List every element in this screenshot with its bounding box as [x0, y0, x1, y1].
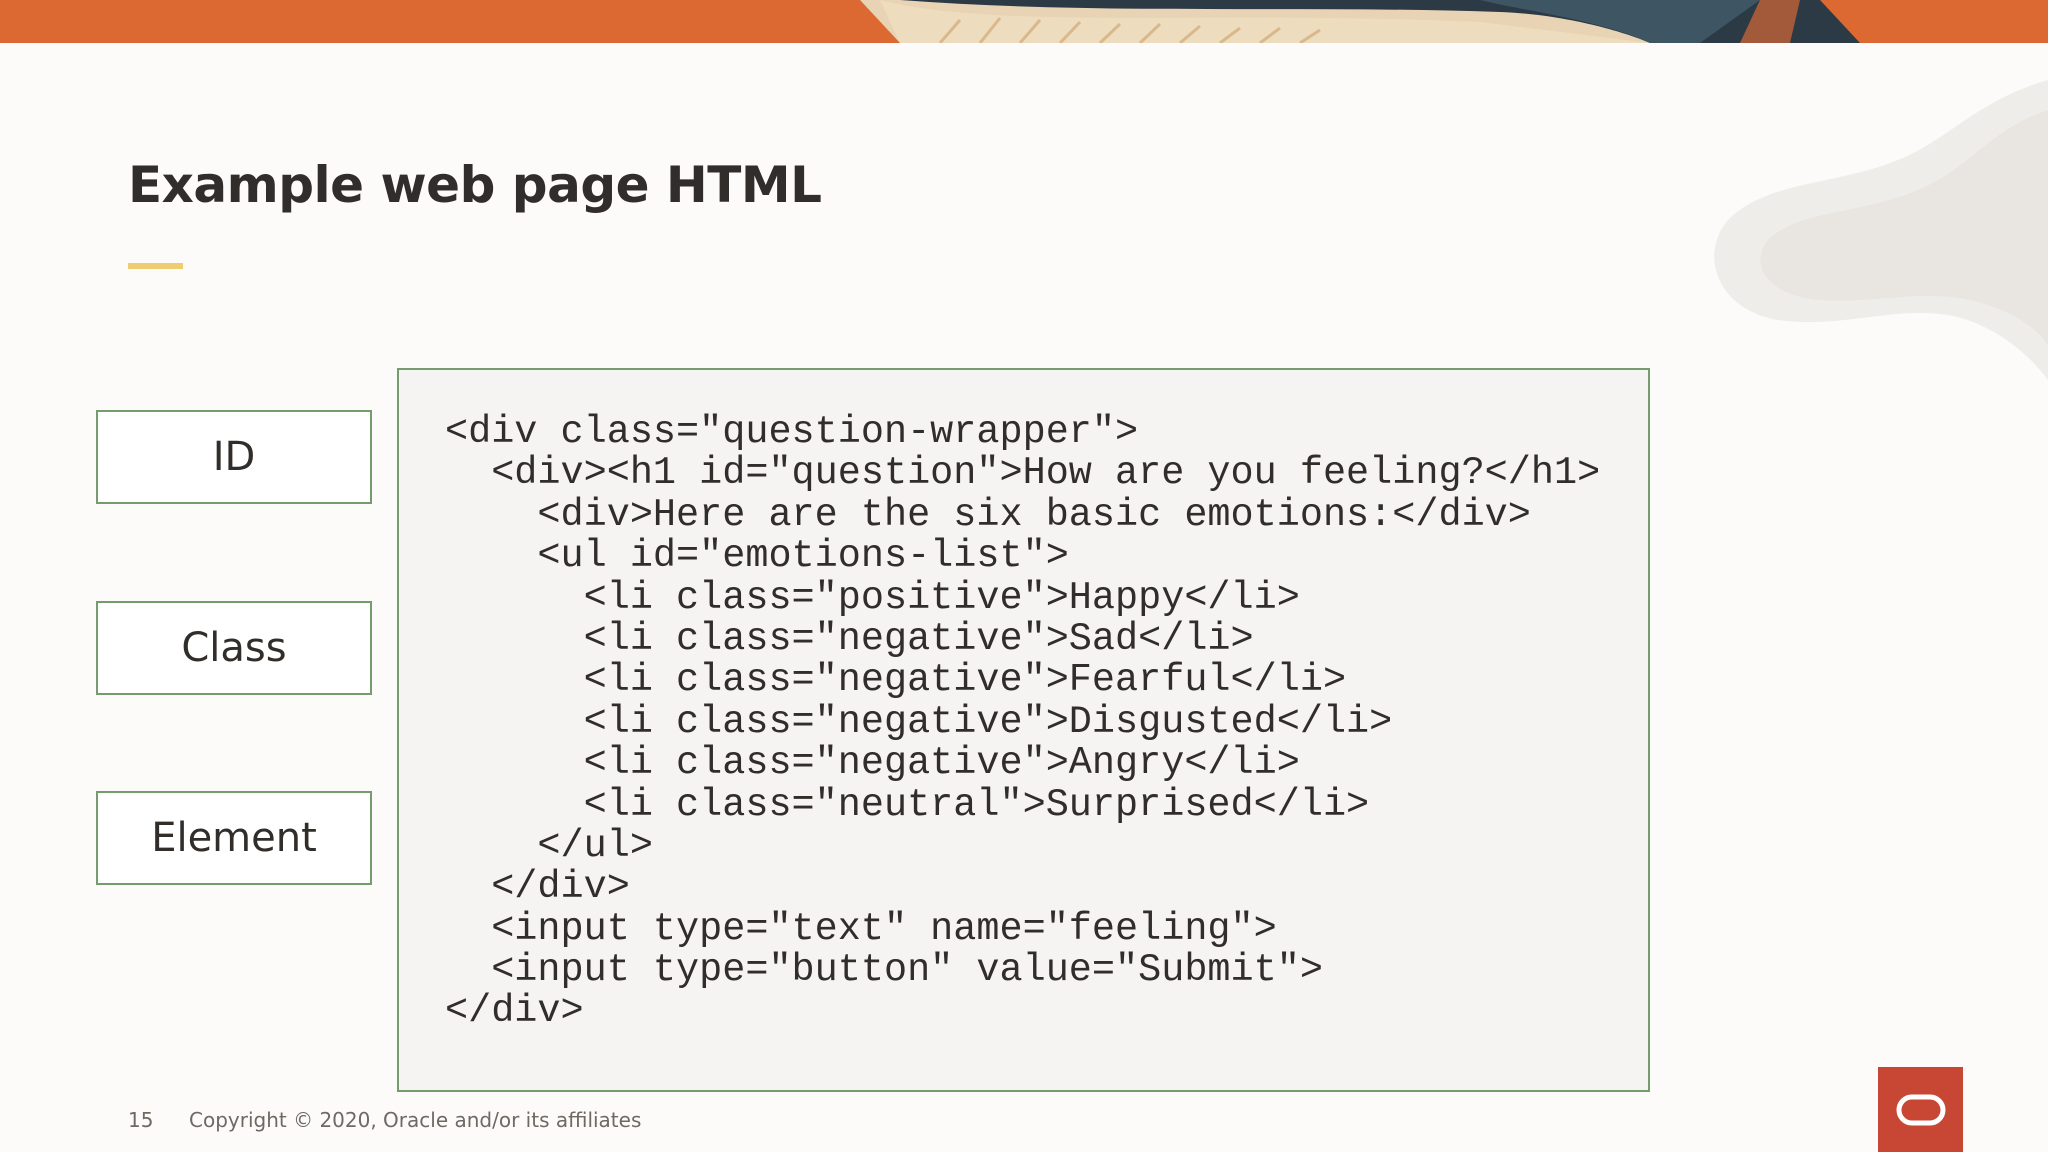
code-line: <li class="negative">Angry</li>: [445, 741, 1300, 786]
oracle-logo-icon: [1878, 1067, 1963, 1152]
copyright-text: Copyright © 2020, Oracle and/or its affi…: [189, 1108, 642, 1132]
code-line: <input type="button" value="Submit">: [445, 948, 1323, 993]
code-block: <div class="question-wrapper"> <div><h1 …: [445, 410, 1601, 1034]
element-label-box: Element: [96, 791, 372, 885]
slide-number: 15: [128, 1108, 154, 1132]
oracle-logo-mark: [1896, 1094, 1945, 1125]
id-label-box: ID: [96, 410, 372, 504]
title-accent-bar: [128, 263, 183, 269]
slide-title: Example web page HTML: [128, 156, 822, 214]
code-line: <li class="positive">Happy</li>: [445, 575, 1300, 620]
background-swirl-decoration: [1714, 80, 2048, 380]
code-line: <ul id="emotions-list">: [445, 534, 1069, 579]
code-line: <div>Here are the six basic emotions:</d…: [445, 492, 1531, 537]
slide: Example web page HTML ID Class Element <…: [0, 0, 2048, 1152]
code-line: <input type="text" name="feeling">: [445, 906, 1277, 951]
top-banner-decoration: [0, 0, 2048, 43]
code-line: </div>: [445, 989, 584, 1034]
code-line: <li class="negative">Fearful</li>: [445, 658, 1347, 703]
code-line: <li class="negative">Sad</li>: [445, 616, 1254, 661]
code-line: </div>: [445, 865, 630, 910]
code-line: <li class="neutral">Surprised</li>: [445, 782, 1370, 827]
code-line: </ul>: [445, 823, 653, 868]
class-label-box: Class: [96, 601, 372, 695]
code-line: <li class="negative">Disgusted</li>: [445, 699, 1393, 744]
code-panel: <div class="question-wrapper"> <div><h1 …: [397, 368, 1650, 1092]
code-line: <div><h1 id="question">How are you feeli…: [445, 451, 1601, 496]
code-line: <div class="question-wrapper">: [445, 410, 1139, 454]
